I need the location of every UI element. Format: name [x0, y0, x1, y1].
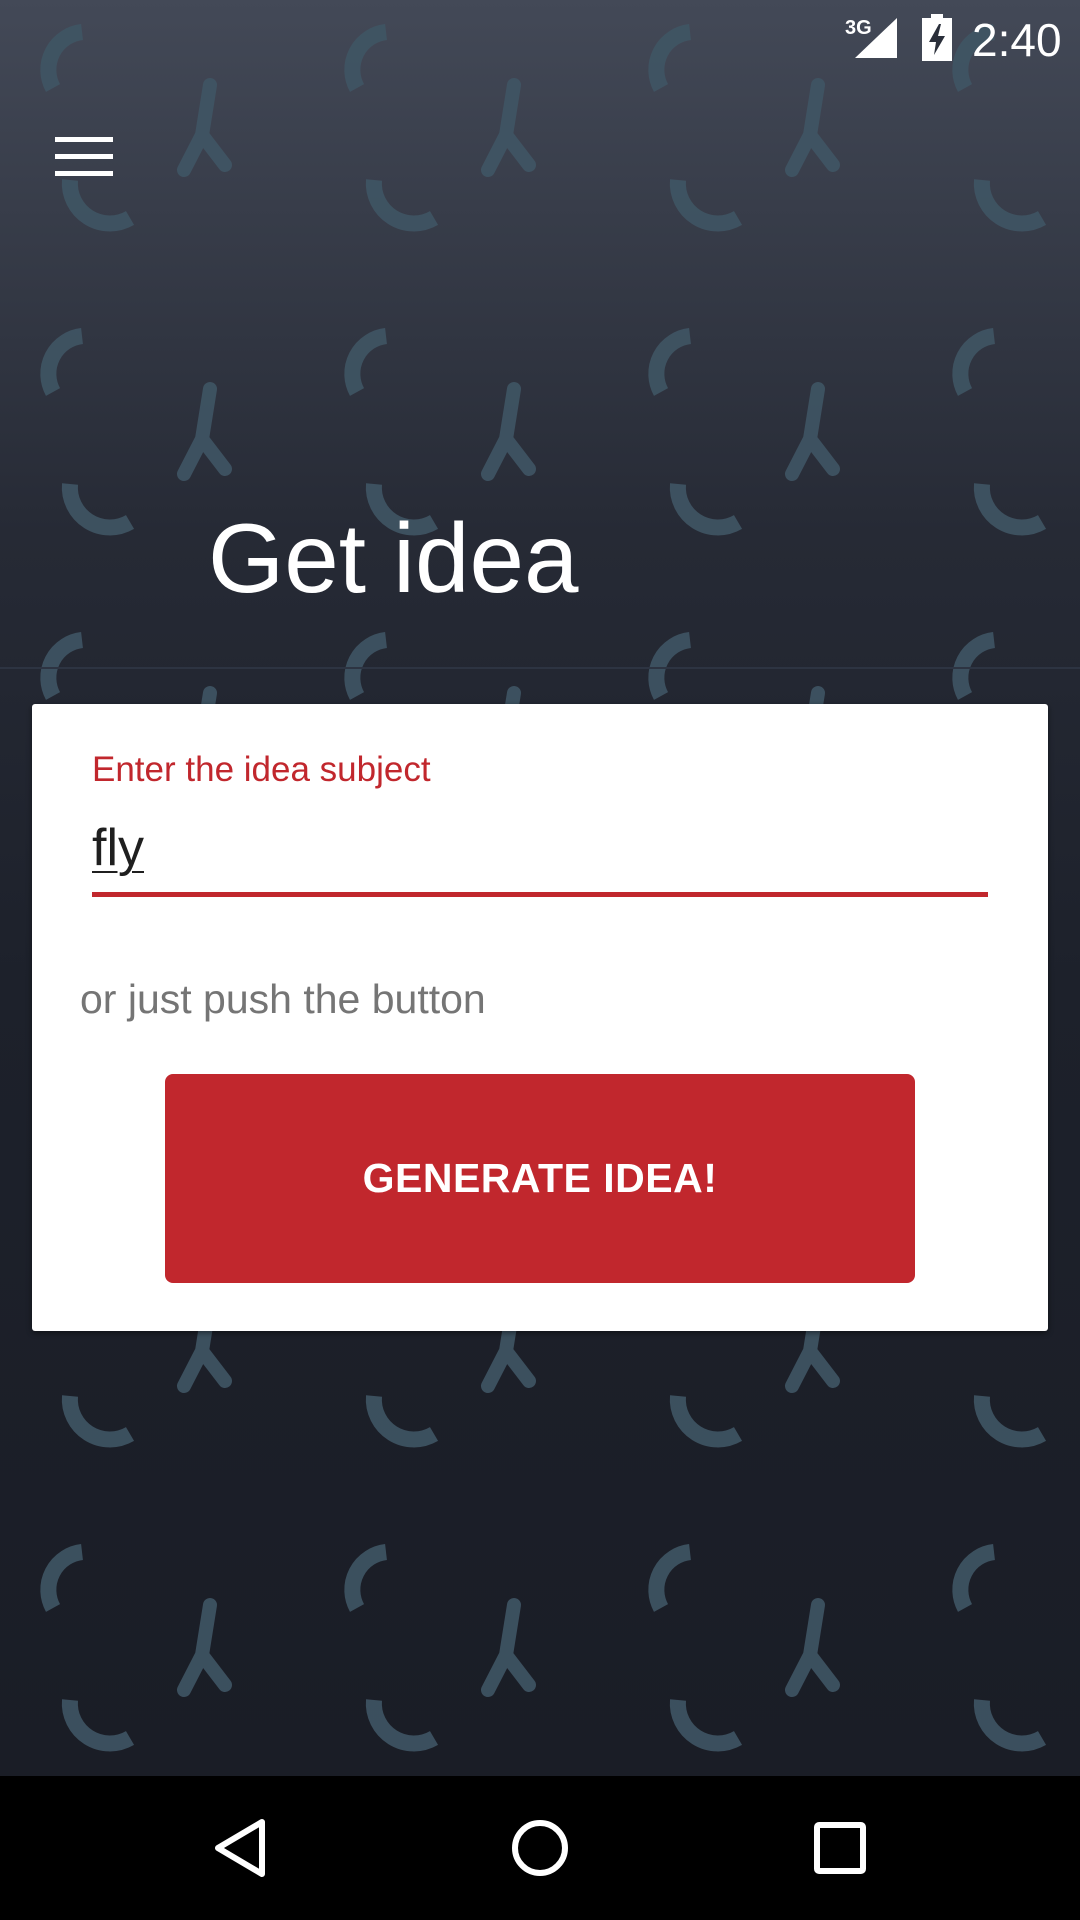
title-divider — [0, 667, 1080, 669]
hint-text: or just push the button — [80, 976, 486, 1022]
back-button[interactable] — [160, 1776, 320, 1920]
home-button[interactable] — [460, 1776, 620, 1920]
idea-card: Enter the idea subject or just push the … — [32, 704, 1048, 1331]
subject-input-label: Enter the idea subject — [92, 750, 431, 789]
recents-button[interactable] — [760, 1776, 920, 1920]
back-triangle-icon — [215, 1819, 265, 1877]
hamburger-menu-icon — [55, 137, 113, 176]
app-background: 3G 2:40 Get idea Enter the idea subject … — [0, 0, 1080, 1776]
subject-input[interactable] — [92, 812, 988, 884]
battery-charging-icon — [922, 14, 952, 61]
status-clock: 2:40 — [972, 14, 1062, 66]
recents-square-icon — [814, 1822, 866, 1874]
navigation-bar — [0, 1776, 1080, 1920]
home-circle-icon — [512, 1820, 568, 1876]
menu-button[interactable] — [40, 120, 128, 194]
page-title: Get idea — [208, 503, 579, 613]
cell-signal-icon — [855, 18, 897, 58]
generate-idea-button[interactable]: GENERATE IDEA! — [165, 1074, 915, 1283]
input-underline — [92, 892, 988, 897]
status-bar: 3G 2:40 — [0, 0, 1080, 80]
